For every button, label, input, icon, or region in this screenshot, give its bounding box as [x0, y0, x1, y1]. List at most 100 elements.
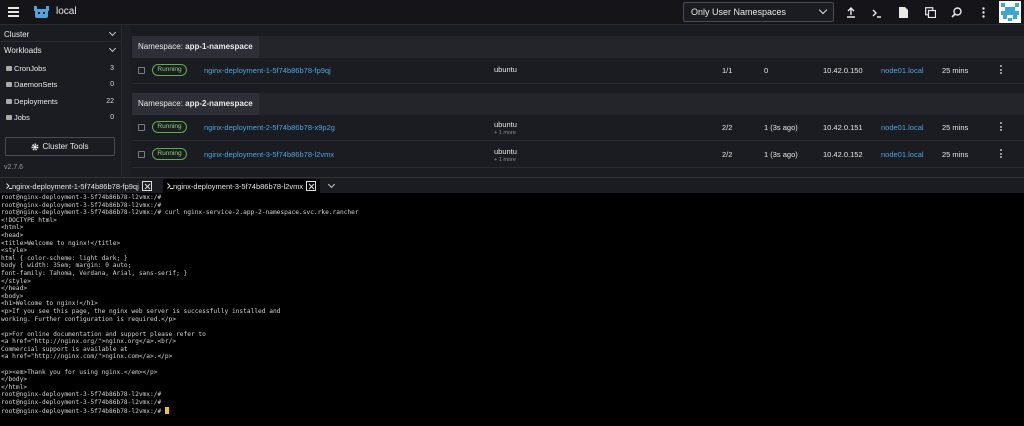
- pod-age: 25 mins: [942, 123, 969, 132]
- search-icon[interactable]: [949, 5, 964, 20]
- row-kebab-icon[interactable]: [1000, 122, 1003, 133]
- pod-ready: 2/2: [722, 123, 733, 132]
- sidebar-item-label: DaemonSets: [14, 80, 58, 90]
- terminal-text: root@nginx-deployment-3-5f74b86b78-l2vmx…: [1, 194, 359, 415]
- sidebar-group-cluster[interactable]: Cluster: [0, 26, 121, 42]
- pod-name-link[interactable]: nginx-deployment-1-5f74b86b78-fp9qj: [204, 66, 331, 75]
- top-bar: local Only User Namespaces: [0, 0, 1024, 25]
- sidebar-group-workloads[interactable]: Workloads: [0, 42, 121, 58]
- status-badge: Running: [152, 121, 187, 133]
- gear-icon: [31, 143, 39, 150]
- sidebar-item-label: CronJobs: [14, 63, 47, 73]
- sidebar-item-label: Deployments: [14, 96, 58, 106]
- terminal-tab-label: nginx-deployment-1-5f74b86b78-fp9qj: [12, 181, 139, 191]
- sidebar-item-count: 0: [110, 114, 114, 122]
- image-name: ubuntu: [494, 147, 517, 156]
- download-kubeconfig-icon[interactable]: [896, 5, 911, 20]
- pod-ip: 10.42.0.152: [823, 150, 863, 159]
- cluster-name[interactable]: local: [56, 6, 77, 17]
- namespace-name: app-2-namespace: [185, 99, 253, 108]
- namespace-filter-value: Only User Namespaces: [691, 7, 787, 17]
- pod-node-link[interactable]: node01.local: [881, 123, 924, 132]
- sidebar-item-count: 22: [106, 97, 114, 105]
- menu-icon[interactable]: [8, 7, 19, 17]
- terminal-output[interactable]: root@nginx-deployment-3-5f74b86b78-l2vmx…: [0, 193, 1024, 426]
- status-badge: Running: [152, 64, 187, 76]
- namespace-prefix: Namespace:: [138, 99, 183, 108]
- sidebar-item-label: Jobs: [14, 113, 30, 123]
- sidebar-item-count: 3: [110, 64, 114, 72]
- cluster-logo-icon: [34, 6, 49, 18]
- terminal-tab-label: nginx-deployment-3-5f74b86b78-l2vmx: [173, 181, 304, 191]
- sidebar-scrollbar[interactable]: [123, 26, 131, 176]
- row-checkbox[interactable]: [138, 67, 145, 74]
- sidebar-item-count: 0: [110, 81, 114, 89]
- close-icon[interactable]: [141, 181, 152, 191]
- pod-ready: 1/1: [722, 66, 733, 75]
- pod-restarts: 1 (3s ago): [764, 123, 798, 132]
- folder-icon: [6, 98, 12, 104]
- chevron-down-icon[interactable]: [327, 180, 336, 189]
- namespace-filter-select[interactable]: Only User Namespaces: [683, 2, 834, 22]
- row-kebab-icon[interactable]: [1000, 65, 1003, 76]
- cluster-tools-button[interactable]: Cluster Tools: [5, 137, 115, 156]
- namespace-name: app-1-namespace: [185, 42, 253, 51]
- pod-image: ubuntu + 1 more: [494, 120, 517, 136]
- terminal-tab-active[interactable]: nginx-deployment-3-5f74b86b78-l2vmx: [163, 179, 321, 193]
- pod-node-link[interactable]: node01.local: [881, 66, 924, 75]
- table-row[interactable]: Running nginx-deployment-1-5f74b86b78-fp…: [132, 58, 1024, 84]
- namespace-group-row: Namespace: app-1-namespace: [132, 36, 1024, 58]
- image-more: + 1 more: [494, 157, 516, 163]
- pod-list: Namespace: app-1-namespace Running nginx…: [132, 26, 1024, 176]
- user-avatar[interactable]: [999, 1, 1021, 23]
- namespace-prefix: Namespace:: [138, 42, 183, 51]
- terminal-cursor: [164, 406, 169, 414]
- chevron-down-icon: [108, 28, 117, 37]
- pod-ready: 2/2: [722, 150, 733, 159]
- status-badge: Running: [152, 148, 187, 160]
- pod-restarts: 0: [764, 66, 769, 75]
- image-name: ubuntu: [494, 65, 517, 74]
- sidebar-item-deployments[interactable]: Deployments 22: [0, 91, 121, 108]
- pod-name-link[interactable]: nginx-deployment-2-5f74b86b78-x9p2g: [204, 123, 335, 132]
- pod-name-link[interactable]: nginx-deployment-3-5f74b86b78-l2vmx: [204, 150, 334, 159]
- folder-icon: [6, 65, 12, 71]
- pod-age: 25 mins: [942, 150, 969, 159]
- namespace-group-label: Namespace: app-2-namespace: [132, 93, 259, 115]
- chevron-down-icon: [108, 44, 117, 53]
- copy-kubeconfig-icon[interactable]: [923, 5, 938, 20]
- pod-ip: 10.42.0.150: [823, 66, 863, 75]
- pod-restarts: 1 (3s ago): [764, 150, 798, 159]
- pod-image: ubuntu + 1 more: [494, 147, 517, 163]
- pod-node-link[interactable]: node01.local: [881, 150, 924, 159]
- sidebar-group-label: Cluster: [4, 30, 30, 39]
- terminal-tab[interactable]: nginx-deployment-1-5f74b86b78-fp9qj: [2, 179, 156, 193]
- version-label[interactable]: v2.7.6: [4, 164, 23, 171]
- table-row[interactable]: Running nginx-deployment-2-5f74b86b78-x9…: [132, 115, 1024, 141]
- folder-icon: [6, 115, 12, 121]
- sidebar-item-cronjobs[interactable]: CronJobs 3: [0, 58, 121, 75]
- image-more: + 1 more: [494, 130, 516, 136]
- pod-image: ubuntu: [494, 65, 517, 74]
- close-icon[interactable]: [306, 181, 317, 191]
- table-row[interactable]: Running nginx-deployment-3-5f74b86b78-l2…: [132, 142, 1024, 168]
- namespace-group-label: Namespace: app-1-namespace: [132, 36, 259, 58]
- cluster-tools-label: Cluster Tools: [42, 142, 89, 151]
- row-kebab-icon[interactable]: [1000, 149, 1003, 160]
- kebab-menu-icon[interactable]: [976, 5, 991, 20]
- namespace-group-row: Namespace: app-2-namespace: [132, 93, 1024, 115]
- sidebar: Cluster Workloads CronJobs 3 DaemonSets …: [0, 26, 122, 176]
- pod-age: 25 mins: [942, 66, 969, 75]
- sidebar-item-daemonsets[interactable]: DaemonSets 0: [0, 75, 121, 92]
- row-checkbox[interactable]: [138, 124, 145, 131]
- kubectl-shell-icon[interactable]: [870, 5, 885, 20]
- image-name: ubuntu: [494, 120, 517, 129]
- import-yaml-icon[interactable]: [843, 5, 858, 20]
- pod-ip: 10.42.0.151: [823, 123, 863, 132]
- row-checkbox[interactable]: [138, 151, 145, 158]
- terminal-tab-bar: nginx-deployment-1-5f74b86b78-fp9qj ngin…: [0, 177, 1024, 193]
- sidebar-item-jobs[interactable]: Jobs 0: [0, 108, 121, 125]
- folder-icon: [6, 82, 12, 88]
- chevron-down-icon: [818, 5, 828, 15]
- sidebar-group-label: Workloads: [4, 46, 42, 55]
